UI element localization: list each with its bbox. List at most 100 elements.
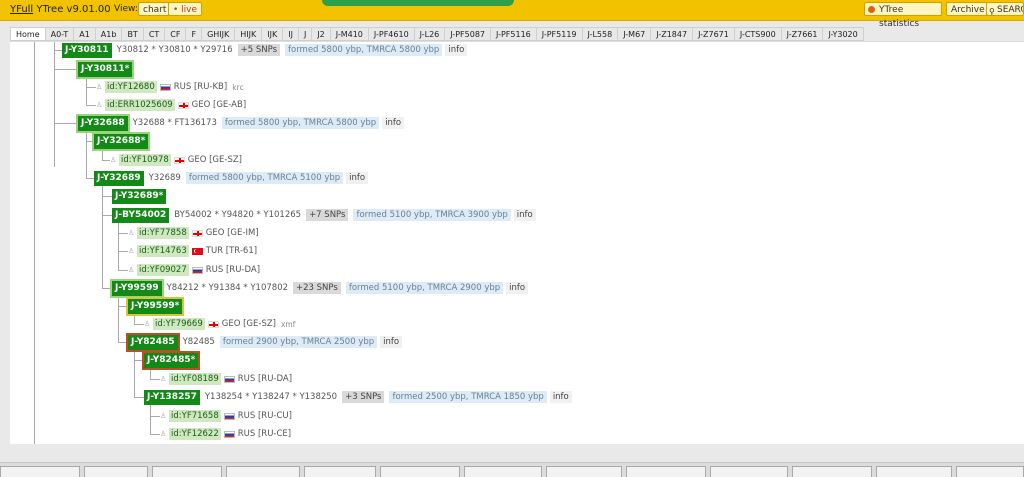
info-link[interactable]: info [506, 282, 529, 294]
tree-row: J-Y32689* [112, 188, 167, 204]
sample-id[interactable]: id:YF14763 [137, 245, 189, 257]
russia-flag-icon [191, 266, 203, 274]
tab-j-pf5116[interactable]: J-PF5116 [491, 27, 537, 41]
taskbar-item[interactable] [956, 466, 1024, 477]
taskbar-item[interactable] [626, 466, 706, 477]
tab-j[interactable]: J [298, 27, 313, 41]
sample-row: ♙ id:YF08189 RUS [RU-DA] [160, 371, 292, 387]
taskbar-item[interactable] [792, 466, 872, 477]
taskbar-item[interactable] [152, 466, 222, 477]
node-j-y82485-star[interactable]: J-Y82485* [141, 350, 201, 370]
node-j-y138257[interactable]: J-Y138257 [144, 389, 200, 405]
info-link[interactable]: info [445, 44, 468, 56]
snp-count-badge[interactable]: +7 SNPs [306, 209, 349, 221]
tab-cf[interactable]: CF [165, 27, 187, 41]
node-j-y30811-star[interactable]: J-Y30811* [75, 59, 135, 79]
node-j-y82485[interactable]: J-Y82485 [126, 332, 180, 352]
tree-connector [134, 350, 135, 397]
chart-button[interactable]: chart [138, 2, 172, 16]
tab-a1[interactable]: A1 [74, 27, 96, 41]
tab-j-m67[interactable]: J-M67 [618, 27, 652, 41]
sample-id[interactable]: id:YF79669 [153, 318, 205, 330]
ytree-statistics-button[interactable]: YTree statistics [864, 2, 942, 29]
sample-id[interactable]: id:YF10978 [119, 154, 171, 166]
tab-f[interactable]: F [186, 27, 203, 41]
snp-list: Y84212 * Y91384 * Y107802 [166, 283, 289, 293]
node-j-y32688-star[interactable]: J-Y32688* [91, 131, 151, 151]
node-j-y32689[interactable]: J-Y32689 [94, 170, 144, 186]
tab-j2[interactable]: J2 [312, 27, 331, 41]
age-estimate: formed 5100 ybp, TMRCA 2900 ybp [345, 282, 504, 294]
taskbar-item[interactable] [876, 466, 952, 477]
person-icon: ♙ [128, 265, 135, 274]
tab-j-y3020[interactable]: J-Y3020 [823, 27, 864, 41]
taskbar-item[interactable] [226, 466, 300, 477]
tree-connector [118, 270, 128, 271]
tab-j-l558[interactable]: J-L558 [582, 27, 619, 41]
tab-ghijk[interactable]: GHIJK [202, 27, 236, 41]
taskbar-item[interactable] [380, 466, 460, 477]
taskbar-item[interactable] [546, 466, 622, 477]
node-j-y32689-star[interactable]: J-Y32689* [112, 188, 167, 204]
sample-row: ♙ id:YF12622 RUS [RU-CE] [160, 426, 291, 442]
person-icon: ♙ [160, 374, 167, 383]
sample-id[interactable]: id:YF12622 [169, 428, 221, 440]
info-link[interactable]: info [549, 391, 572, 403]
tab-bt[interactable]: BT [122, 27, 144, 41]
node-j-y30811[interactable]: J-Y30811 [62, 42, 112, 58]
brand-link[interactable]: YFull [10, 4, 33, 15]
tab-j-l26[interactable]: J-L26 [414, 27, 446, 41]
tab-home[interactable]: Home [10, 27, 46, 41]
russia-flag-icon [223, 430, 235, 438]
taskbar-item[interactable] [84, 466, 148, 477]
tab-j-z1847[interactable]: J-Z1847 [651, 27, 694, 41]
sample-id[interactable]: id:YF77858 [137, 227, 189, 239]
node-j-by54002[interactable]: J-BY54002 [112, 207, 170, 223]
node-j-y32688[interactable]: J-Y32688 [76, 113, 130, 133]
tab-j-pf5087[interactable]: J-PF5087 [445, 27, 492, 41]
sample-id[interactable]: id:YF09027 [137, 264, 189, 276]
tab-j-z7661[interactable]: J-Z7661 [781, 27, 824, 41]
tab-j-m410[interactable]: J-M410 [330, 27, 369, 41]
live-button[interactable]: • live [168, 2, 203, 16]
sample-id[interactable]: id:YF12680 [105, 81, 157, 93]
tab-ij[interactable]: IJ [283, 27, 299, 41]
person-icon: ♙ [144, 319, 151, 328]
taskbar-item[interactable] [464, 466, 542, 477]
taskbar-item[interactable] [710, 466, 788, 477]
tab-j-z7671[interactable]: J-Z7671 [693, 27, 735, 41]
tab-a0-t[interactable]: A0-T [45, 27, 75, 41]
sample-id[interactable]: id:ERR1025609 [105, 99, 175, 111]
person-icon: ♙ [96, 82, 103, 91]
taskbar-item[interactable] [0, 466, 80, 477]
version-label: YTree v9.01.00 [36, 4, 111, 15]
taskbar-item[interactable] [304, 466, 376, 477]
georgia-flag-icon [173, 156, 185, 164]
view-label: View: [114, 4, 138, 14]
russia-flag-icon [223, 412, 235, 420]
tab-j-pf4610[interactable]: J-PF4610 [368, 27, 415, 41]
tab-j-pf5119[interactable]: J-PF5119 [536, 27, 583, 41]
sample-id[interactable]: id:YF08189 [169, 373, 221, 385]
tab-a1b[interactable]: A1b [95, 27, 123, 41]
georgia-flag-icon [177, 101, 189, 109]
archive-button[interactable]: Archive [946, 2, 990, 16]
info-link[interactable]: info [382, 117, 405, 129]
tab-ct[interactable]: CT [143, 27, 166, 41]
node-j-y99599-star[interactable]: J-Y99599* [125, 296, 185, 316]
search-button[interactable]: ⚲ SEARCH [986, 2, 1024, 16]
tab-j-cts900[interactable]: J-CTS900 [734, 27, 782, 41]
sample-id[interactable]: id:YF71658 [169, 410, 221, 422]
info-link[interactable]: info [380, 336, 403, 348]
snp-count-badge[interactable]: +3 SNPs [342, 391, 385, 403]
node-j-y99599[interactable]: J-Y99599 [110, 278, 164, 298]
sample-row: ♙ id:YF71658 RUS [RU-CU] [160, 408, 292, 424]
tree-connector [134, 360, 144, 361]
tree-connector [86, 105, 96, 106]
tab-hijk[interactable]: HIJK [235, 27, 263, 41]
info-link[interactable]: info [513, 209, 536, 221]
snp-count-badge[interactable]: +5 SNPs [237, 44, 280, 56]
info-link[interactable]: info [346, 172, 369, 184]
snp-count-badge[interactable]: +23 SNPs [293, 282, 341, 294]
tab-ijk[interactable]: IJK [262, 27, 284, 41]
